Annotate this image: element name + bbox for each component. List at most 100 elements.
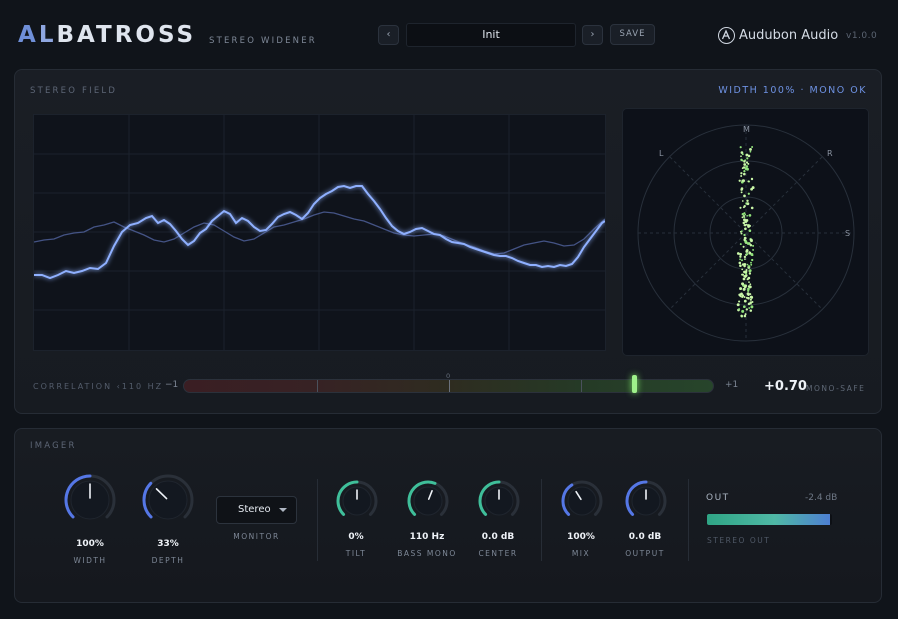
vectorscope-l-label: L — [659, 149, 664, 158]
vectorscope-point — [751, 146, 754, 148]
vectorscope-point — [749, 238, 753, 242]
vectorscope-point — [738, 261, 742, 265]
vectorscope-point — [743, 166, 746, 169]
vectorscope-point — [745, 153, 749, 157]
vectorscope-point — [744, 270, 748, 274]
vectorscope-point — [745, 275, 748, 278]
vectorscope-point — [749, 293, 752, 296]
vectorscope-point — [743, 194, 746, 198]
bass-mono-label: BASS MONO — [397, 549, 457, 558]
vectorscope-point — [743, 212, 746, 215]
vectorscope-point — [746, 157, 749, 160]
monitor-select[interactable]: Stereo — [216, 496, 297, 524]
tilt-knob[interactable] — [335, 479, 379, 523]
vectorscope-point — [743, 160, 746, 163]
output-label: OUTPUT — [625, 549, 665, 558]
vectorscope-point — [748, 281, 750, 283]
correlation-state: MONO-SAFE — [806, 384, 866, 393]
vectorscope-point — [748, 269, 752, 272]
vectorscope-point — [739, 258, 742, 261]
imager-panel: IMAGER 100% WIDTH 33% DEPTH Stereo MONIT… — [14, 428, 882, 603]
vectorscope-point — [745, 308, 749, 311]
vectorscope-point — [739, 146, 742, 149]
title-rest: BATROSS — [56, 22, 197, 48]
vectorscope-point — [743, 299, 747, 303]
vectorscope-point — [752, 248, 755, 251]
vectorscope-point — [739, 206, 742, 209]
header: ALBATROSS STEREO WIDENER ‹ Init › SAVE A… — [0, 0, 898, 66]
vectorscope-point — [742, 245, 745, 248]
tilt-label: TILT — [345, 549, 367, 558]
vectorscope-point — [750, 177, 754, 181]
out-label: OUT — [706, 493, 730, 503]
vectorscope-point — [749, 283, 752, 286]
vectorscope-points — [736, 146, 755, 318]
width-status-readout: WIDTH 100% · MONO OK — [718, 85, 867, 96]
monitor-label: MONITOR — [233, 532, 280, 541]
vectorscope-point — [741, 159, 744, 162]
depth-label: DEPTH — [151, 556, 185, 565]
vectorscope-point — [742, 277, 746, 281]
vectorscope-point — [740, 172, 743, 175]
vectorscope-point — [749, 147, 752, 151]
mix-knob[interactable] — [560, 479, 604, 523]
vectorscope-point — [749, 243, 753, 247]
vectorscope-point — [744, 284, 748, 288]
vectorscope-point — [741, 230, 743, 232]
vectorscope-point — [746, 214, 749, 217]
vectorscope-point — [743, 216, 746, 219]
spectrum-graph — [33, 115, 606, 350]
vectorscope-point — [738, 308, 741, 311]
vectorscope-point — [738, 179, 741, 182]
vectorscope-point — [738, 300, 741, 303]
tilt-value: 0% — [348, 532, 364, 542]
output-meter — [707, 514, 832, 525]
save-button[interactable]: SAVE — [610, 24, 655, 45]
vectorscope-point — [748, 265, 751, 268]
preset-next-button[interactable]: › — [582, 25, 603, 45]
vectorscope-point — [744, 258, 746, 260]
vectorscope-point — [743, 274, 746, 278]
vectorscope-point — [742, 206, 745, 209]
vectorscope-point — [739, 255, 742, 258]
depth-value: 33% — [157, 539, 179, 549]
stereo-field-label: STEREO FIELD — [30, 86, 118, 96]
out-db-readout: -2.4 dB — [805, 493, 838, 503]
vectorscope-point — [746, 202, 750, 206]
vectorscope-point — [743, 305, 746, 308]
vectorscope-point — [748, 251, 751, 254]
width-knob[interactable] — [63, 473, 117, 527]
vectorscope-point — [747, 192, 750, 195]
stereo-out-caption: STEREO OUT — [707, 536, 771, 545]
vectorscope-r-label: R — [827, 149, 833, 158]
vectorscope-point — [749, 295, 753, 299]
knob-body — [413, 486, 443, 516]
correlation-label: CORRELATION ‹110 HZ — [33, 382, 164, 391]
center-knob[interactable] — [477, 479, 521, 523]
center-value: 0.0 dB — [481, 532, 515, 542]
vectorscope-point — [744, 313, 747, 316]
vectorscope-point — [743, 255, 747, 259]
section-divider — [688, 479, 689, 561]
vectorscope-m-label: M — [743, 125, 750, 134]
vectorscope-point — [741, 259, 743, 262]
vectorscope-point — [741, 179, 744, 182]
vectorscope-point — [747, 180, 750, 183]
vectorscope-point — [745, 165, 749, 168]
vectorscope-point — [740, 232, 743, 235]
output-value: 0.0 dB — [628, 532, 662, 542]
vectorscope-point — [745, 252, 749, 256]
vectorscope-point — [740, 187, 744, 190]
title-letter-l: L — [38, 22, 57, 48]
depth-knob[interactable] — [141, 473, 195, 527]
version-label: v1.0.0 — [846, 31, 878, 41]
output-knob[interactable] — [624, 479, 668, 523]
bass-mono-knob[interactable] — [406, 479, 450, 523]
stereo-field-panel: STEREO FIELD WIDTH 100% · MONO OK M L R … — [14, 69, 882, 414]
vectorscope-point — [743, 163, 747, 166]
correlation-value: +0.70 — [764, 379, 807, 394]
correlation-center-tick — [449, 380, 450, 392]
preset-prev-button[interactable]: ‹ — [378, 25, 399, 45]
preset-name-field[interactable]: Init — [406, 23, 576, 47]
vectorscope-point — [747, 297, 750, 300]
